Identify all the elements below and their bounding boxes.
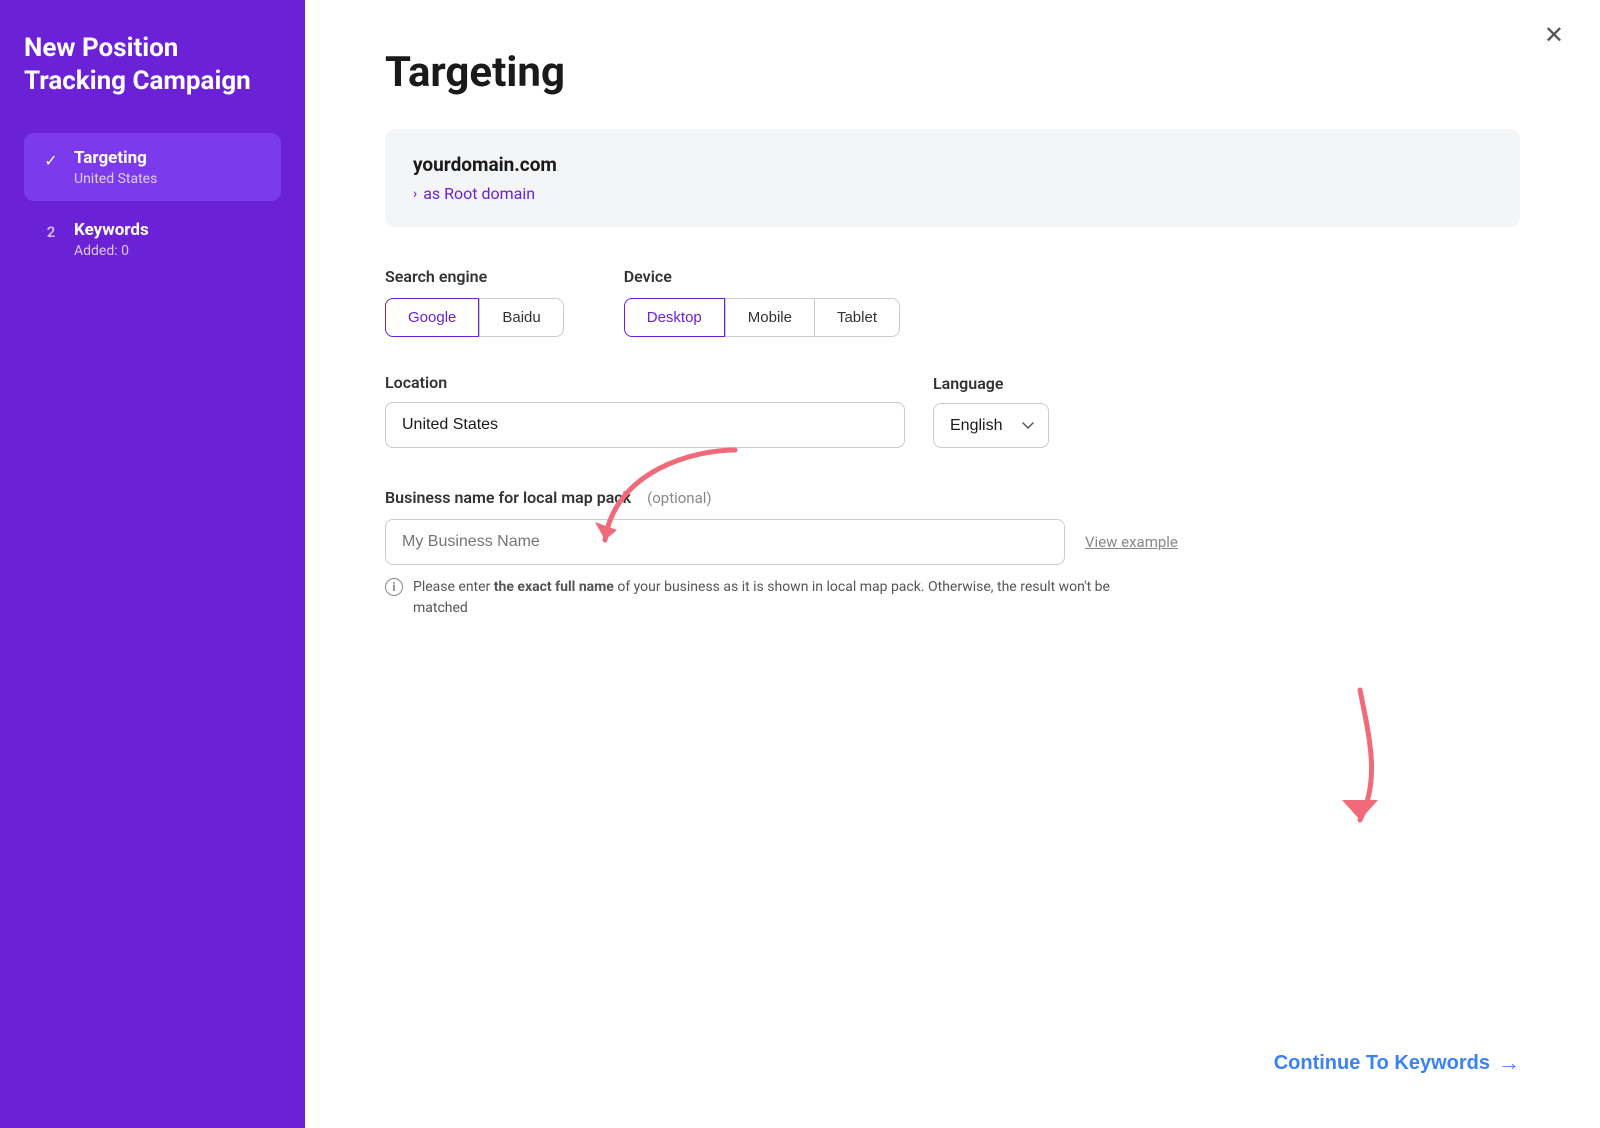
sidebar-item-targeting-sublabel: United States <box>74 171 157 187</box>
sidebar-item-targeting[interactable]: ✓ Targeting United States <box>24 133 281 201</box>
arrow-annotation-right <box>1280 680 1420 840</box>
info-note-text: Please enter the exact full name of your… <box>413 577 1145 619</box>
chevron-right-icon: › <box>413 186 417 202</box>
search-device-row: Search engine Google Baidu Device Deskto… <box>385 267 1520 337</box>
info-note: i Please enter the exact full name of yo… <box>385 577 1145 619</box>
sidebar-item-keywords-label: Keywords <box>74 219 149 241</box>
search-engine-label: Search engine <box>385 267 564 286</box>
location-group: Location <box>385 373 905 448</box>
business-input-row: View example <box>385 519 1520 565</box>
close-button[interactable]: ✕ <box>1544 24 1564 48</box>
footer-row: Continue To Keywords → <box>1274 1050 1520 1076</box>
search-engine-group: Search engine Google Baidu <box>385 267 564 337</box>
continue-to-keywords-button[interactable]: Continue To Keywords → <box>1274 1050 1520 1076</box>
search-engine-google-btn[interactable]: Google <box>385 298 479 337</box>
language-select[interactable]: English Spanish French German <box>933 403 1049 448</box>
device-tablet-btn[interactable]: Tablet <box>815 298 900 337</box>
sidebar-item-keywords-sublabel: Added: 0 <box>74 243 149 259</box>
sidebar-title: New Position Tracking Campaign <box>24 32 281 97</box>
device-mobile-btn[interactable]: Mobile <box>725 298 815 337</box>
continue-label: Continue To Keywords <box>1274 1052 1490 1075</box>
search-engine-btn-group: Google Baidu <box>385 298 564 337</box>
continue-arrow-icon: → <box>1498 1050 1520 1076</box>
search-engine-baidu-btn[interactable]: Baidu <box>479 298 563 337</box>
language-label: Language <box>933 374 1049 393</box>
domain-root-link[interactable]: › as Root domain <box>413 184 1492 203</box>
page-title: Targeting <box>385 48 1520 97</box>
view-example-link[interactable]: View example <box>1085 533 1178 551</box>
device-btn-group: Desktop Mobile Tablet <box>624 298 900 337</box>
domain-card: yourdomain.com › as Root domain <box>385 129 1520 227</box>
domain-link-text: as Root domain <box>423 184 535 203</box>
sidebar-item-keywords-number: 2 <box>40 221 62 243</box>
business-name-section: Business name for local map pack (option… <box>385 488 1520 619</box>
business-label-row: Business name for local map pack (option… <box>385 488 1520 507</box>
optional-label: (optional) <box>647 489 712 507</box>
device-desktop-btn[interactable]: Desktop <box>624 298 725 337</box>
main-content: ✕ Targeting yourdomain.com › as Root dom… <box>305 0 1600 1128</box>
location-label: Location <box>385 373 905 392</box>
location-lang-row: Location Language English Spanish French… <box>385 373 1520 448</box>
language-group: Language English Spanish French German <box>933 374 1049 448</box>
sidebar: New Position Tracking Campaign ✓ Targeti… <box>0 0 305 1128</box>
business-name-input[interactable] <box>385 519 1065 565</box>
info-icon: i <box>385 578 403 596</box>
sidebar-item-keywords-content: Keywords Added: 0 <box>74 219 149 259</box>
device-label: Device <box>624 267 900 286</box>
domain-name: yourdomain.com <box>413 153 1492 176</box>
sidebar-item-targeting-label: Targeting <box>74 147 157 169</box>
sidebar-item-keywords[interactable]: 2 Keywords Added: 0 <box>24 205 281 273</box>
business-name-label: Business name for local map pack <box>385 488 631 507</box>
device-group: Device Desktop Mobile Tablet <box>624 267 900 337</box>
check-icon: ✓ <box>40 149 62 171</box>
location-input[interactable] <box>385 402 905 448</box>
sidebar-item-targeting-content: Targeting United States <box>74 147 157 187</box>
